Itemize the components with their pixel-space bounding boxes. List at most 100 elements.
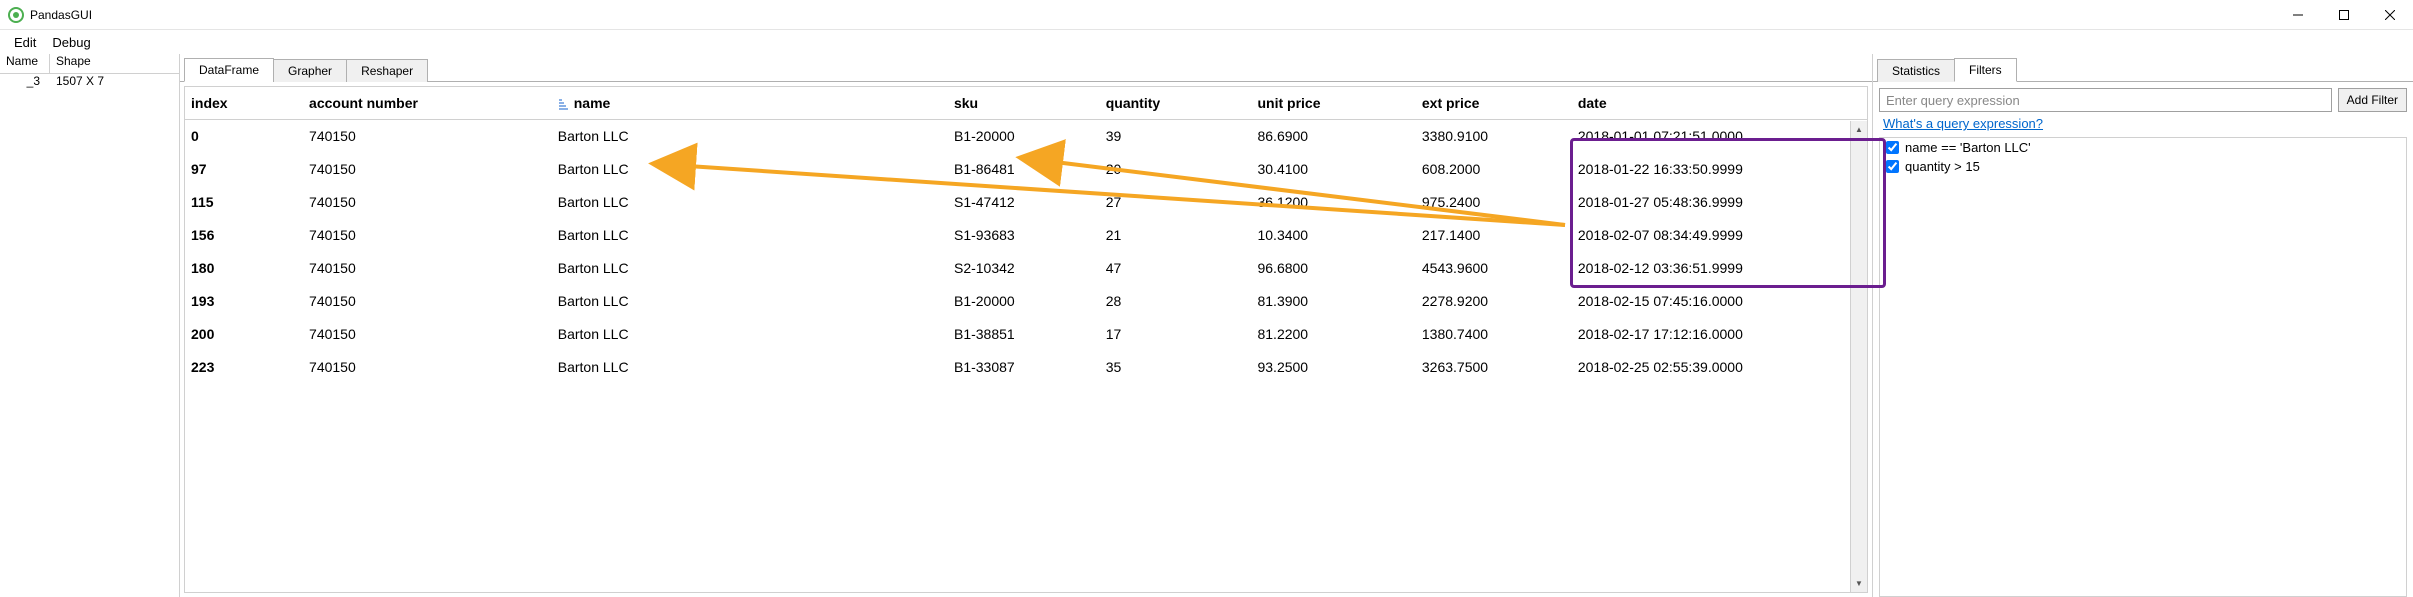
cell-name: Barton LLC bbox=[552, 153, 948, 186]
cell-index: 200 bbox=[185, 318, 303, 351]
menu-debug[interactable]: Debug bbox=[44, 33, 98, 52]
right-panel: Statistics Filters Add Filter What's a q… bbox=[1873, 54, 2413, 597]
col-header-index[interactable]: index bbox=[185, 87, 303, 120]
right-tabs: Statistics Filters bbox=[1873, 54, 2413, 82]
cell-account: 740150 bbox=[303, 153, 552, 186]
minimize-button[interactable] bbox=[2275, 0, 2321, 30]
table-row[interactable]: 200740150Barton LLCB1-388511781.22001380… bbox=[185, 318, 1867, 351]
tab-dataframe[interactable]: DataFrame bbox=[184, 58, 274, 82]
table-row[interactable]: 193740150Barton LLCB1-200002881.39002278… bbox=[185, 285, 1867, 318]
table-row[interactable]: 115740150Barton LLCS1-474122736.1200975.… bbox=[185, 186, 1867, 219]
cell-ext: 3380.9100 bbox=[1416, 120, 1572, 153]
filter-item[interactable]: quantity > 15 bbox=[1880, 157, 2406, 176]
cell-account: 740150 bbox=[303, 318, 552, 351]
close-button[interactable] bbox=[2367, 0, 2413, 30]
cell-price: 30.4100 bbox=[1251, 153, 1415, 186]
cell-name: Barton LLC bbox=[552, 252, 948, 285]
left-header-shape[interactable]: Shape bbox=[50, 54, 179, 73]
menu-edit[interactable]: Edit bbox=[6, 33, 44, 52]
cell-ext: 4543.9600 bbox=[1416, 252, 1572, 285]
menubar: Edit Debug bbox=[0, 30, 2413, 54]
cell-qty: 35 bbox=[1100, 351, 1252, 384]
tab-grapher[interactable]: Grapher bbox=[273, 59, 347, 82]
cell-ext: 217.1400 bbox=[1416, 219, 1572, 252]
center-panel: DataFrame Grapher Reshaper index account… bbox=[180, 54, 1873, 597]
cell-account: 740150 bbox=[303, 186, 552, 219]
cell-name: Barton LLC bbox=[552, 285, 948, 318]
table-row[interactable]: 223740150Barton LLCB1-330873593.25003263… bbox=[185, 351, 1867, 384]
cell-price: 36.1200 bbox=[1251, 186, 1415, 219]
table-row[interactable]: 97740150Barton LLCB1-864812030.4100608.2… bbox=[185, 153, 1867, 186]
vertical-scrollbar[interactable]: ▲ ▼ bbox=[1850, 121, 1867, 592]
col-header-name-label: name bbox=[574, 95, 611, 111]
cell-name: Barton LLC bbox=[552, 120, 948, 153]
cell-qty: 21 bbox=[1100, 219, 1252, 252]
col-header-sku[interactable]: sku bbox=[948, 87, 1100, 120]
cell-index: 223 bbox=[185, 351, 303, 384]
cell-sku: S2-10342 bbox=[948, 252, 1100, 285]
cell-sku: B1-38851 bbox=[948, 318, 1100, 351]
table-row[interactable]: 0740150Barton LLCB1-200003986.69003380.9… bbox=[185, 120, 1867, 153]
add-filter-button[interactable]: Add Filter bbox=[2338, 88, 2407, 112]
sort-asc-icon bbox=[558, 98, 570, 110]
filter-expression-input[interactable] bbox=[1879, 88, 2332, 112]
filter-checkbox[interactable] bbox=[1886, 141, 1899, 154]
cell-qty: 27 bbox=[1100, 186, 1252, 219]
col-header-ext-price[interactable]: ext price bbox=[1416, 87, 1572, 120]
cell-account: 740150 bbox=[303, 120, 552, 153]
cell-index: 193 bbox=[185, 285, 303, 318]
dataframe-name-cell: _3 bbox=[0, 74, 50, 94]
data-table-wrap: index account number name sku bbox=[184, 86, 1868, 593]
dataframe-list-panel: Name Shape _3 1507 X 7 bbox=[0, 54, 180, 597]
cell-ext: 975.2400 bbox=[1416, 186, 1572, 219]
filter-item[interactable]: name == 'Barton LLC' bbox=[1880, 138, 2406, 157]
cell-price: 86.6900 bbox=[1251, 120, 1415, 153]
cell-account: 740150 bbox=[303, 219, 552, 252]
cell-date: 2018-02-15 07:45:16.0000 bbox=[1572, 285, 1867, 318]
cell-index: 180 bbox=[185, 252, 303, 285]
maximize-button[interactable] bbox=[2321, 0, 2367, 30]
dataframe-list-row[interactable]: _3 1507 X 7 bbox=[0, 74, 179, 94]
cell-name: Barton LLC bbox=[552, 351, 948, 384]
col-header-date[interactable]: date bbox=[1572, 87, 1867, 120]
cell-account: 740150 bbox=[303, 351, 552, 384]
app-icon bbox=[8, 7, 24, 23]
query-help-link[interactable]: What's a query expression? bbox=[1883, 116, 2043, 131]
window-controls bbox=[2275, 0, 2413, 30]
table-header-row: index account number name sku bbox=[185, 87, 1867, 120]
cell-name: Barton LLC bbox=[552, 318, 948, 351]
filter-expression-text: name == 'Barton LLC' bbox=[1905, 140, 2031, 155]
cell-account: 740150 bbox=[303, 285, 552, 318]
scroll-up-icon[interactable]: ▲ bbox=[1851, 121, 1867, 138]
cell-sku: B1-33087 bbox=[948, 351, 1100, 384]
table-row[interactable]: 180740150Barton LLCS2-103424796.68004543… bbox=[185, 252, 1867, 285]
col-header-name[interactable]: name bbox=[552, 87, 948, 120]
cell-name: Barton LLC bbox=[552, 186, 948, 219]
filter-expression-text: quantity > 15 bbox=[1905, 159, 1980, 174]
cell-qty: 39 bbox=[1100, 120, 1252, 153]
cell-price: 10.3400 bbox=[1251, 219, 1415, 252]
cell-index: 0 bbox=[185, 120, 303, 153]
titlebar: PandasGUI bbox=[0, 0, 2413, 30]
tab-reshaper[interactable]: Reshaper bbox=[346, 59, 428, 82]
left-header-name[interactable]: Name bbox=[0, 54, 50, 73]
scroll-down-icon[interactable]: ▼ bbox=[1851, 575, 1867, 592]
col-header-quantity[interactable]: quantity bbox=[1100, 87, 1252, 120]
cell-price: 96.6800 bbox=[1251, 252, 1415, 285]
cell-qty: 28 bbox=[1100, 285, 1252, 318]
data-table[interactable]: index account number name sku bbox=[185, 87, 1867, 384]
cell-sku: B1-86481 bbox=[948, 153, 1100, 186]
cell-sku: B1-20000 bbox=[948, 285, 1100, 318]
tab-filters[interactable]: Filters bbox=[1954, 58, 2017, 82]
window-title: PandasGUI bbox=[30, 8, 92, 22]
filter-checkbox[interactable] bbox=[1886, 160, 1899, 173]
col-header-account[interactable]: account number bbox=[303, 87, 552, 120]
cell-qty: 47 bbox=[1100, 252, 1252, 285]
cell-ext: 3263.7500 bbox=[1416, 351, 1572, 384]
col-header-unit-price[interactable]: unit price bbox=[1251, 87, 1415, 120]
cell-index: 156 bbox=[185, 219, 303, 252]
tab-statistics[interactable]: Statistics bbox=[1877, 59, 1955, 82]
cell-index: 115 bbox=[185, 186, 303, 219]
table-row[interactable]: 156740150Barton LLCS1-936832110.3400217.… bbox=[185, 219, 1867, 252]
cell-price: 81.3900 bbox=[1251, 285, 1415, 318]
